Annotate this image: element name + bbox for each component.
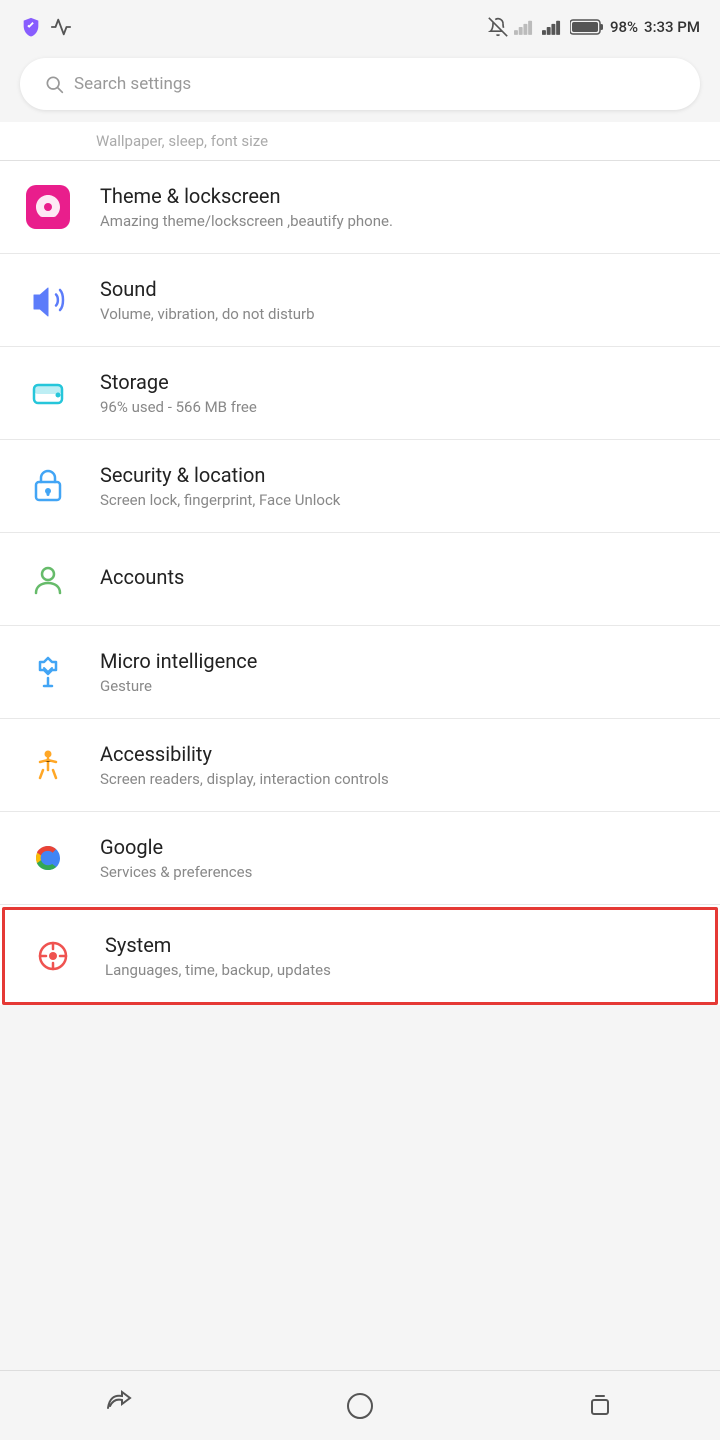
- partial-item: Wallpaper, sleep, font size: [0, 122, 720, 161]
- accessibility-title: Accessibility: [100, 742, 700, 766]
- search-bar[interactable]: Search settings: [20, 58, 700, 110]
- accessibility-subtitle: Screen readers, display, interaction con…: [100, 770, 700, 788]
- settings-item-accessibility[interactable]: Accessibility Screen readers, display, in…: [0, 719, 720, 812]
- sound-title: Sound: [100, 277, 700, 301]
- sound-icon: [20, 272, 76, 328]
- security-subtitle: Screen lock, fingerprint, Face Unlock: [100, 491, 700, 509]
- theme-icon: [20, 179, 76, 235]
- settings-item-accounts[interactable]: Accounts: [0, 533, 720, 626]
- signal-icon-2: [542, 18, 564, 36]
- notification-off-icon: [488, 17, 508, 37]
- status-left: [20, 16, 72, 38]
- battery-level: 98%: [610, 18, 638, 36]
- settings-item-system[interactable]: System Languages, time, backup, updates: [2, 907, 718, 1005]
- system-icon: [25, 928, 81, 984]
- storage-title: Storage: [100, 370, 700, 394]
- system-title: System: [105, 933, 695, 957]
- search-bar-container: Search settings: [0, 50, 720, 122]
- signal-icon: [514, 18, 536, 36]
- storage-icon: [20, 365, 76, 421]
- activity-icon: [50, 16, 72, 38]
- search-icon: [44, 74, 64, 94]
- settings-item-theme[interactable]: Theme & lockscreen Amazing theme/lockscre…: [0, 161, 720, 254]
- accounts-title: Accounts: [100, 565, 700, 589]
- clock: 3:33 PM: [644, 18, 700, 36]
- back-button[interactable]: [74, 1380, 166, 1432]
- bottom-nav: [0, 1370, 720, 1440]
- micro-icon: [20, 644, 76, 700]
- battery-icon: [570, 18, 604, 36]
- security-icon: [20, 458, 76, 514]
- search-placeholder: Search settings: [74, 74, 191, 94]
- recents-button[interactable]: [554, 1380, 646, 1432]
- sound-subtitle: Volume, vibration, do not disturb: [100, 305, 700, 323]
- theme-subtitle: Amazing theme/lockscreen ,beautify phone…: [100, 212, 700, 230]
- google-title: Google: [100, 835, 700, 859]
- settings-item-google[interactable]: Google Services & preferences: [0, 812, 720, 905]
- status-bar: 98% 3:33 PM: [0, 0, 720, 50]
- micro-title: Micro intelligence: [100, 649, 700, 673]
- settings-item-sound[interactable]: Sound Volume, vibration, do not disturb: [0, 254, 720, 347]
- micro-subtitle: Gesture: [100, 677, 700, 695]
- vpn-shield-icon: [20, 16, 42, 38]
- accessibility-icon: [20, 737, 76, 793]
- google-icon: [20, 830, 76, 886]
- storage-subtitle: 96% used - 566 MB free: [100, 398, 700, 416]
- theme-title: Theme & lockscreen: [100, 184, 700, 208]
- settings-item-security[interactable]: Security & location Screen lock, fingerpr…: [0, 440, 720, 533]
- settings-item-micro[interactable]: Micro intelligence Gesture: [0, 626, 720, 719]
- security-title: Security & location: [100, 463, 700, 487]
- settings-list: Theme & lockscreen Amazing theme/lockscre…: [0, 161, 720, 1005]
- home-button[interactable]: [314, 1380, 406, 1432]
- settings-item-storage[interactable]: Storage 96% used - 566 MB free: [0, 347, 720, 440]
- google-subtitle: Services & preferences: [100, 863, 700, 881]
- accounts-icon: [20, 551, 76, 607]
- system-subtitle: Languages, time, backup, updates: [105, 961, 695, 979]
- status-right: 98% 3:33 PM: [488, 17, 700, 37]
